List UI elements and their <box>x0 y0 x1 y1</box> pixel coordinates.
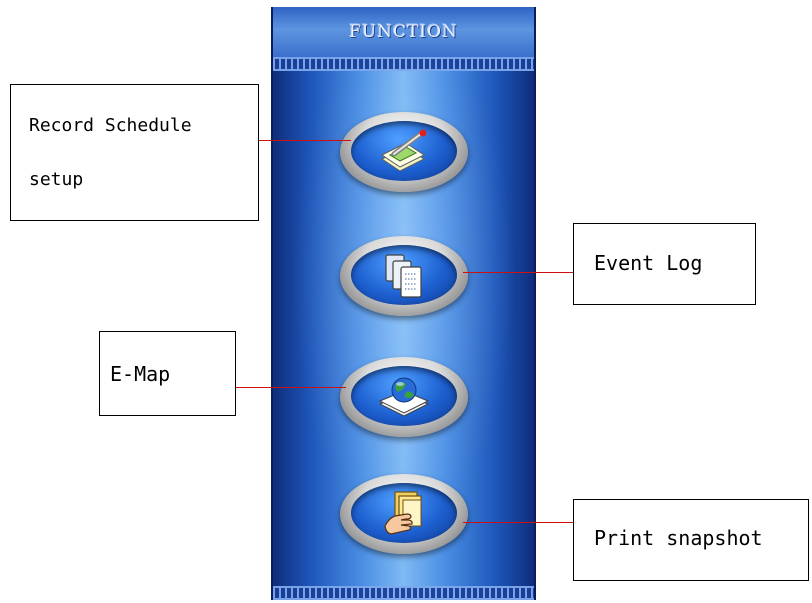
pencil-paper-icon <box>381 129 427 172</box>
button-well <box>351 245 457 305</box>
event-log-callout: Event Log <box>573 223 756 305</box>
panel-header: FUNCTION <box>273 7 534 57</box>
documents-icon <box>385 254 422 298</box>
event-log-button[interactable] <box>340 236 468 316</box>
print-snapshot-leader-line <box>463 522 573 523</box>
top-ornament-border <box>273 57 534 71</box>
callout-label: E-Map <box>110 362 171 386</box>
print-snapshot-button[interactable] <box>340 474 468 554</box>
record-schedule-leader-line <box>259 140 351 141</box>
callout-label: Print snapshot <box>594 526 763 550</box>
button-well <box>351 121 457 181</box>
panel-title: FUNCTION <box>349 22 458 42</box>
event-log-leader-line <box>463 272 573 273</box>
bottom-ornament-border <box>273 586 534 600</box>
callout-label: setup <box>29 169 84 190</box>
e-map-leader-line <box>236 387 346 388</box>
hand-folder-icon <box>384 491 422 535</box>
callout-label: Record Schedule <box>29 115 192 136</box>
e-map-callout: E-Map <box>99 331 236 416</box>
record-schedule-button[interactable] <box>340 112 468 192</box>
record-schedule-callout: Record Schedule setup <box>10 84 259 221</box>
button-well <box>351 366 457 426</box>
function-panel: FUNCTION <box>271 7 536 600</box>
globe-icon <box>378 377 430 417</box>
e-map-button[interactable] <box>340 357 468 437</box>
callout-label: Event Log <box>594 251 703 275</box>
print-snapshot-callout: Print snapshot <box>573 499 809 581</box>
button-well <box>351 483 457 543</box>
